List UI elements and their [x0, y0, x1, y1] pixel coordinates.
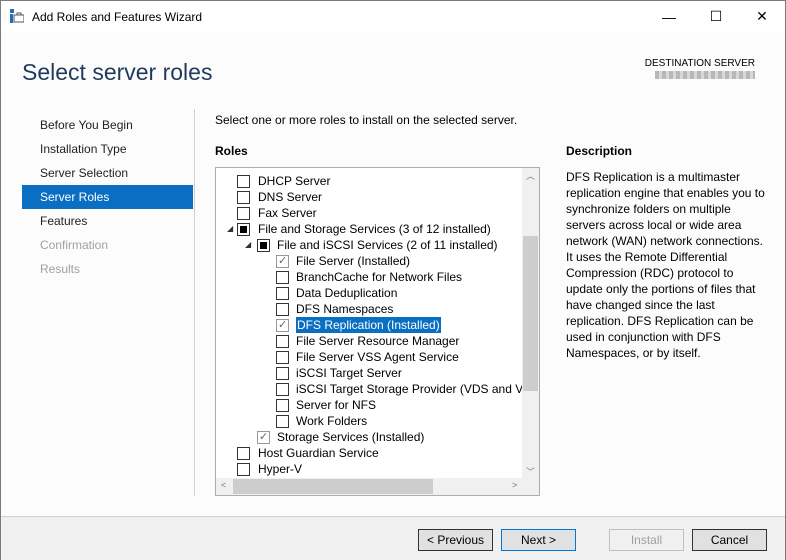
description-text: DFS Replication is a multimaster replica…	[566, 170, 765, 360]
title-bar: Add Roles and Features Wizard — ☐ ✕	[1, 1, 785, 32]
role-label[interactable]: DFS Replication (Installed)	[295, 316, 442, 334]
role-checkbox[interactable]	[237, 191, 250, 204]
role-label[interactable]: File Server VSS Agent Service	[296, 349, 459, 365]
role-item[interactable]: Server for NFS	[216, 397, 523, 413]
role-label[interactable]: Fax Server	[258, 205, 317, 221]
role-checkbox[interactable]	[276, 287, 289, 300]
role-checkbox[interactable]	[237, 463, 250, 476]
install-button[interactable]: Install	[609, 529, 684, 551]
role-item[interactable]: File Server (Installed)	[216, 253, 523, 269]
role-label[interactable]: File Server Resource Manager	[296, 333, 459, 349]
wizard-nav: Before You Begin Installation Type Server …	[22, 113, 193, 281]
role-item[interactable]: ◢ File and Storage Services (3 of 12 inst…	[216, 221, 523, 237]
role-item[interactable]: Data Deduplication	[216, 285, 523, 301]
role-label[interactable]: Work Folders	[296, 413, 367, 429]
page-title: Select server roles	[22, 59, 213, 85]
nav-item-server-selection[interactable]: Server Selection	[22, 161, 193, 185]
vertical-scrollbar[interactable]: ︿ ﹀	[522, 168, 539, 479]
role-label[interactable]: DFS Namespaces	[296, 301, 393, 317]
scroll-left-icon[interactable]: <	[221, 480, 226, 490]
role-checkbox[interactable]	[257, 239, 270, 252]
nav-item-installation-type[interactable]: Installation Type	[22, 137, 193, 161]
vertical-scroll-thumb[interactable]	[523, 236, 538, 391]
horizontal-scrollbar[interactable]: < >	[216, 478, 539, 495]
nav-item-before-you-begin[interactable]: Before You Begin	[22, 113, 193, 137]
cancel-button[interactable]: Cancel	[692, 529, 767, 551]
close-button[interactable]: ✕	[739, 1, 785, 32]
role-label[interactable]: File Server (Installed)	[296, 253, 410, 269]
horizontal-scroll-thumb[interactable]	[233, 479, 433, 494]
role-checkbox[interactable]	[257, 429, 270, 445]
role-checkbox[interactable]	[276, 303, 289, 316]
role-item[interactable]: File Server Resource Manager	[216, 333, 523, 349]
role-checkbox[interactable]	[276, 253, 289, 269]
role-checkbox[interactable]	[276, 383, 289, 396]
role-label[interactable]: BranchCache for Network Files	[296, 269, 462, 285]
role-item[interactable]: DNS Server	[216, 189, 523, 205]
previous-button[interactable]: < Previous	[418, 529, 493, 551]
role-checkbox[interactable]	[237, 175, 250, 188]
role-item[interactable]: iSCSI Target Storage Provider (VDS and V…	[216, 381, 539, 397]
nav-item-server-roles[interactable]: Server Roles	[22, 185, 193, 209]
role-item[interactable]: DHCP Server	[216, 173, 523, 189]
role-item[interactable]: DFS Namespaces	[216, 301, 523, 317]
instruction-text: Select one or more roles to install on t…	[215, 113, 518, 127]
role-item[interactable]: BranchCache for Network Files	[216, 269, 523, 285]
scroll-down-icon[interactable]: ﹀	[526, 465, 535, 478]
server-manager-icon	[10, 9, 24, 23]
expand-arrow-icon[interactable]: ◢	[245, 237, 251, 253]
wizard-window: Add Roles and Features Wizard — ☐ ✕ Sele…	[0, 0, 786, 560]
role-checkbox[interactable]	[237, 223, 250, 236]
next-button[interactable]: Next >	[501, 529, 576, 551]
destination-server-name-blurred	[655, 71, 755, 79]
nav-divider	[194, 109, 195, 496]
role-label[interactable]: File and iSCSI Services (2 of 11 install…	[277, 237, 498, 253]
role-item[interactable]: Work Folders	[216, 413, 523, 429]
role-label[interactable]: File and Storage Services (3 of 12 insta…	[258, 221, 491, 237]
role-label[interactable]: Host Guardian Service	[258, 445, 379, 461]
nav-item-features[interactable]: Features	[22, 209, 193, 233]
nav-item-confirmation: Confirmation	[40, 238, 109, 252]
scroll-right-icon[interactable]: >	[512, 480, 517, 490]
role-label[interactable]: Storage Services (Installed)	[277, 429, 424, 445]
role-label[interactable]: Hyper-V	[258, 461, 302, 477]
role-label[interactable]: DHCP Server	[258, 173, 330, 189]
maximize-button[interactable]: ☐	[693, 1, 739, 32]
window-title: Add Roles and Features Wizard	[32, 10, 203, 24]
expand-arrow-icon[interactable]: ◢	[227, 221, 233, 237]
role-item[interactable]: DFS Replication (Installed)	[216, 316, 523, 334]
role-item[interactable]: Fax Server	[216, 205, 523, 221]
role-label[interactable]: iSCSI Target Server	[296, 365, 402, 381]
footer: < Previous Next > Install Cancel	[1, 516, 785, 560]
role-checkbox[interactable]	[276, 415, 289, 428]
roles-tree[interactable]: DHCP Server DNS Server Fax Server ◢ File and…	[215, 167, 540, 496]
role-label[interactable]: iSCSI Target Storage Provider (VDS and V…	[296, 381, 539, 397]
role-item[interactable]: Storage Services (Installed)	[216, 429, 523, 445]
minimize-button[interactable]: —	[646, 1, 692, 32]
role-checkbox[interactable]	[276, 367, 289, 380]
role-checkbox[interactable]	[276, 399, 289, 412]
role-item[interactable]: ◢ File and iSCSI Services (2 of 11 instal…	[216, 237, 523, 253]
role-checkbox[interactable]	[276, 335, 289, 348]
roles-heading: Roles	[215, 144, 248, 158]
role-item[interactable]: iSCSI Target Server	[216, 365, 523, 381]
role-label[interactable]: DNS Server	[258, 189, 322, 205]
role-checkbox[interactable]	[276, 351, 289, 364]
scroll-up-icon[interactable]: ︿	[526, 169, 535, 182]
role-checkbox[interactable]	[237, 207, 250, 220]
role-item[interactable]: File Server VSS Agent Service	[216, 349, 523, 365]
role-label[interactable]: Data Deduplication	[296, 285, 397, 301]
role-item[interactable]: Host Guardian Service	[216, 445, 523, 461]
description-heading: Description	[566, 144, 633, 158]
destination-server-label: DESTINATION SERVER	[644, 58, 755, 69]
role-checkbox[interactable]	[276, 317, 289, 333]
nav-item-results: Results	[40, 262, 81, 276]
role-label[interactable]: Server for NFS	[296, 397, 376, 413]
role-item[interactable]: Hyper-V	[216, 461, 523, 477]
role-checkbox[interactable]	[276, 271, 289, 284]
role-checkbox[interactable]	[237, 447, 250, 460]
